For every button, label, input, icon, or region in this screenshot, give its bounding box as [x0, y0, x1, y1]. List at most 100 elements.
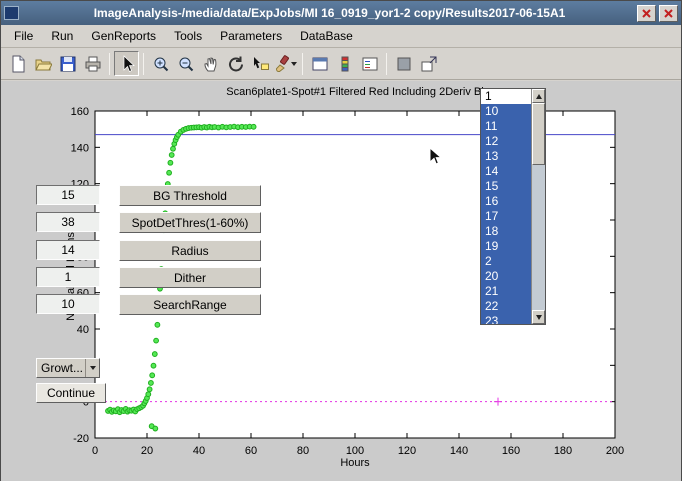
save-button[interactable]	[55, 51, 80, 76]
menu-genreports[interactable]: GenReports	[82, 26, 165, 46]
close-button[interactable]	[659, 5, 678, 22]
zoom-in-button[interactable]	[148, 51, 173, 76]
open-file-button[interactable]	[30, 51, 55, 76]
menubar: File Run GenReports Tools Parameters Dat…	[1, 25, 681, 48]
spotdetthres-button[interactable]: SpotDetThres(1-60%)	[119, 212, 261, 233]
toolbar	[1, 48, 681, 80]
new-file-icon	[9, 55, 27, 73]
menu-run[interactable]: Run	[42, 26, 82, 46]
insert-legend-button[interactable]	[357, 51, 382, 76]
iconify-x-icon	[642, 9, 651, 18]
toolbar-separator	[109, 53, 110, 75]
svg-text:20: 20	[141, 445, 153, 457]
spot-number-listbox[interactable]: 1 10 11 12 13 14 15 16 17 18 19 2 20 21 …	[480, 88, 546, 325]
plot-svg: 020406080100120140160180200-200204060801…	[1, 81, 681, 481]
pointer-button[interactable]	[114, 51, 139, 76]
list-item[interactable]: 15	[481, 179, 531, 194]
bg-threshold-button[interactable]: BG Threshold	[119, 185, 261, 206]
insert-colorbar-button[interactable]	[332, 51, 357, 76]
dither-input[interactable]	[36, 267, 100, 287]
open-file-icon	[34, 55, 52, 73]
pan-icon	[202, 55, 220, 73]
list-item[interactable]: 12	[481, 134, 531, 149]
x-axis-label: Hours	[95, 457, 615, 469]
data-cursor-button[interactable]	[248, 51, 273, 76]
svg-text:160: 160	[71, 106, 89, 118]
chevron-down-icon	[90, 366, 96, 370]
dither-button[interactable]: Dither	[119, 267, 261, 288]
list-item[interactable]: 19	[481, 239, 531, 254]
list-item[interactable]: 21	[481, 284, 531, 299]
rotate-3d-icon	[227, 55, 245, 73]
pointer-icon	[118, 55, 136, 73]
list-item[interactable]: 16	[481, 194, 531, 209]
window-title: ImageAnalysis-/media/data/ExpJobs/MI 16_…	[25, 6, 634, 20]
svg-text:0: 0	[92, 445, 98, 457]
titlebar[interactable]: ImageAnalysis-/media/data/ExpJobs/MI 16_…	[1, 1, 681, 25]
app-icon	[4, 6, 19, 20]
svg-text:200: 200	[606, 445, 624, 457]
menu-database[interactable]: DataBase	[291, 26, 362, 46]
scrollbar-track[interactable]	[532, 103, 545, 310]
toolbar-separator	[386, 53, 387, 75]
svg-text:120: 120	[398, 445, 416, 457]
brush-icon	[274, 55, 290, 73]
scroll-down-button[interactable]	[532, 310, 545, 324]
spotdetthres-input[interactable]	[36, 212, 100, 232]
list-item[interactable]: 17	[481, 209, 531, 224]
menu-tools[interactable]: Tools	[165, 26, 211, 46]
rotate-3d-button[interactable]	[223, 51, 248, 76]
menu-parameters[interactable]: Parameters	[211, 26, 291, 46]
new-file-button[interactable]	[5, 51, 30, 76]
searchrange-button[interactable]: SearchRange	[119, 294, 261, 315]
scrollbar-thumb[interactable]	[532, 103, 545, 165]
plot-tools-icon	[395, 55, 413, 73]
figure-window-button[interactable]	[307, 51, 332, 76]
svg-text:40: 40	[193, 445, 205, 457]
toolbar-separator	[302, 53, 303, 75]
zoom-out-button[interactable]	[173, 51, 198, 76]
plot-tools-button[interactable]	[391, 51, 416, 76]
list-item[interactable]: 2	[481, 254, 531, 269]
svg-text:140: 140	[450, 445, 468, 457]
dock-figure-button[interactable]	[416, 51, 441, 76]
svg-text:100: 100	[346, 445, 364, 457]
growth-popup-label: Growt...	[41, 361, 83, 375]
radius-input[interactable]	[36, 240, 100, 260]
print-button[interactable]	[80, 51, 105, 76]
list-item[interactable]: 11	[481, 119, 531, 134]
insert-colorbar-icon	[336, 55, 354, 73]
svg-text:-20: -20	[73, 433, 89, 445]
dock-figure-icon	[420, 55, 438, 73]
bg-threshold-input[interactable]	[36, 185, 100, 205]
brush-button[interactable]	[273, 51, 298, 76]
triangle-up-icon	[536, 94, 542, 99]
scroll-up-button[interactable]	[532, 89, 545, 103]
listbox-scrollbar[interactable]	[531, 89, 545, 324]
list-item[interactable]: 13	[481, 149, 531, 164]
figure-window-icon	[311, 55, 329, 73]
list-item[interactable]: 23	[481, 314, 531, 324]
list-item[interactable]: 20	[481, 269, 531, 284]
svg-text:40: 40	[77, 324, 89, 336]
popup-caret-box[interactable]	[85, 359, 99, 377]
close-x-icon	[664, 9, 673, 18]
menu-file[interactable]: File	[5, 26, 42, 46]
pan-button[interactable]	[198, 51, 223, 76]
brush-menu-caret-icon[interactable]	[291, 62, 297, 66]
continue-button[interactable]: Continue	[36, 383, 106, 403]
listbox-items: 1 10 11 12 13 14 15 16 17 18 19 2 20 21 …	[481, 89, 531, 324]
toolbar-separator	[143, 53, 144, 75]
figure-window: ImageAnalysis-/media/data/ExpJobs/MI 16_…	[0, 0, 682, 481]
list-item[interactable]: 1	[481, 89, 531, 104]
searchrange-input[interactable]	[36, 294, 100, 314]
figure-canvas: 020406080100120140160180200-200204060801…	[1, 81, 681, 481]
growth-popup[interactable]: Growt...	[36, 358, 100, 378]
list-item[interactable]: 18	[481, 224, 531, 239]
list-item[interactable]: 10	[481, 104, 531, 119]
zoom-out-icon	[177, 55, 195, 73]
radius-button[interactable]: Radius	[119, 240, 261, 261]
list-item[interactable]: 14	[481, 164, 531, 179]
iconify-button[interactable]	[637, 5, 656, 22]
list-item[interactable]: 22	[481, 299, 531, 314]
